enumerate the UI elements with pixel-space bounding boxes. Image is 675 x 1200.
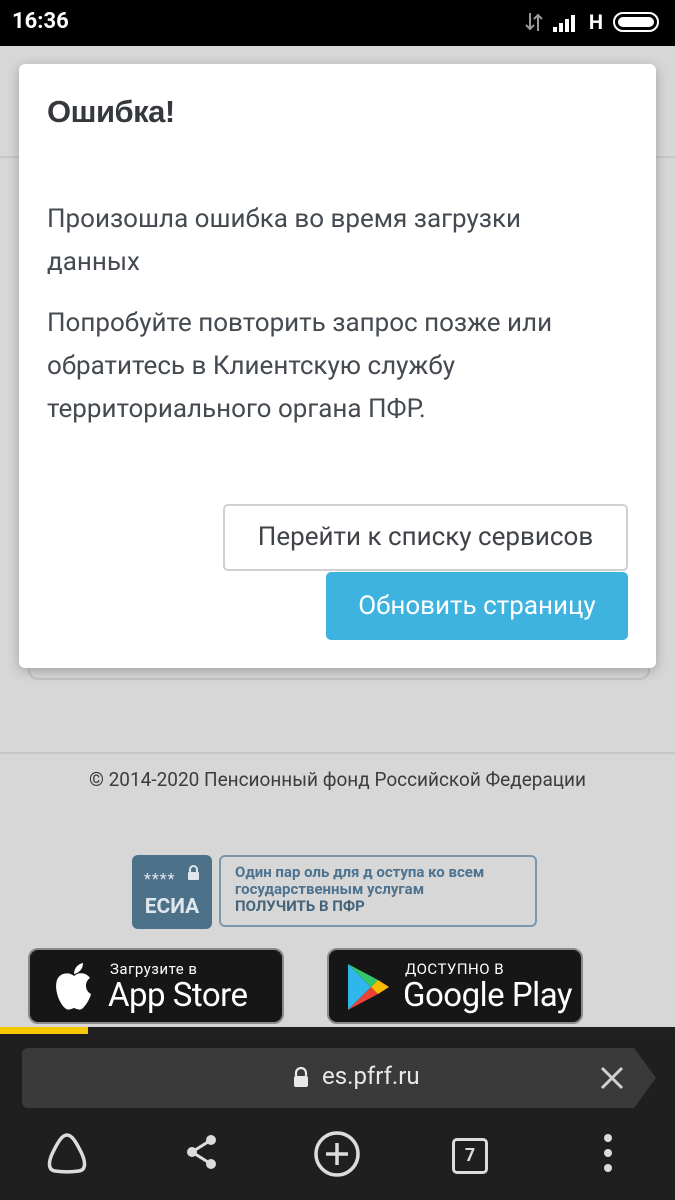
share-icon[interactable] [184,1130,220,1174]
url-text: es.pfrf.ru [322,1062,420,1090]
browser-toolbar: es.pfrf.ru 7 [0,1034,675,1200]
lock-icon [188,865,199,880]
address-bar-arrow [634,1048,656,1108]
refresh-page-button[interactable]: Обновить страницу [326,572,628,640]
page-load-progress-fill [0,1027,88,1034]
close-icon[interactable] [597,1063,627,1093]
services-list-button[interactable]: Перейти к списку сервисов [223,504,628,571]
tabs-counter-button[interactable]: 7 [452,1138,488,1174]
google-play-icon [348,964,389,1010]
esia-banner[interactable]: Один пар оль для д оступа ко всем госуда… [219,855,537,927]
esia-banner-line2: государственным услугам [235,880,425,898]
dialog-title: Ошибка! [47,94,175,129]
esia-password-stars: **** [144,869,176,888]
status-bar: 16:36 H [0,0,675,46]
esia-banner-line1: Один пар оль для д оступа ко всем [235,863,485,881]
app-store-badge[interactable]: Загрузите в App Store [28,948,284,1024]
alice-assistant-icon[interactable] [44,1130,90,1176]
data-transfer-icon [525,13,543,31]
more-menu-icon[interactable] [598,1130,618,1176]
secure-lock-icon [294,1066,308,1087]
status-time: 16:36 [12,9,69,34]
esia-banner-link[interactable]: ПОЛУЧИТЬ В ПФР [235,898,521,915]
new-tab-icon[interactable] [313,1130,361,1178]
error-dialog: Ошибка! Произошла ошибка во время загруз… [19,64,656,668]
apple-icon [56,963,91,1010]
signal-icon [552,15,575,32]
esia-badge[interactable]: **** ЕСИА [132,855,212,929]
google-play-big-text: Google Play [403,976,573,1015]
google-play-badge[interactable]: ДОСТУПНО В Google Play [327,948,583,1024]
status-icons: H [525,10,663,34]
battery-icon [613,12,659,32]
address-bar[interactable]: es.pfrf.ru [22,1048,634,1108]
app-store-big-text: App Store [108,976,248,1015]
copyright-text: © 2014-2020 Пенсионный фонд Российской Ф… [88,768,586,791]
dialog-message-secondary: Попробуйте повторить запрос позже или об… [47,308,553,424]
dialog-message-primary: Произошла ошибка во время загрузки данны… [47,204,522,277]
esia-label: ЕСИА [144,895,200,919]
page-load-progress [0,1027,675,1034]
network-type-label: H [588,10,603,34]
footer-divider [0,752,675,754]
